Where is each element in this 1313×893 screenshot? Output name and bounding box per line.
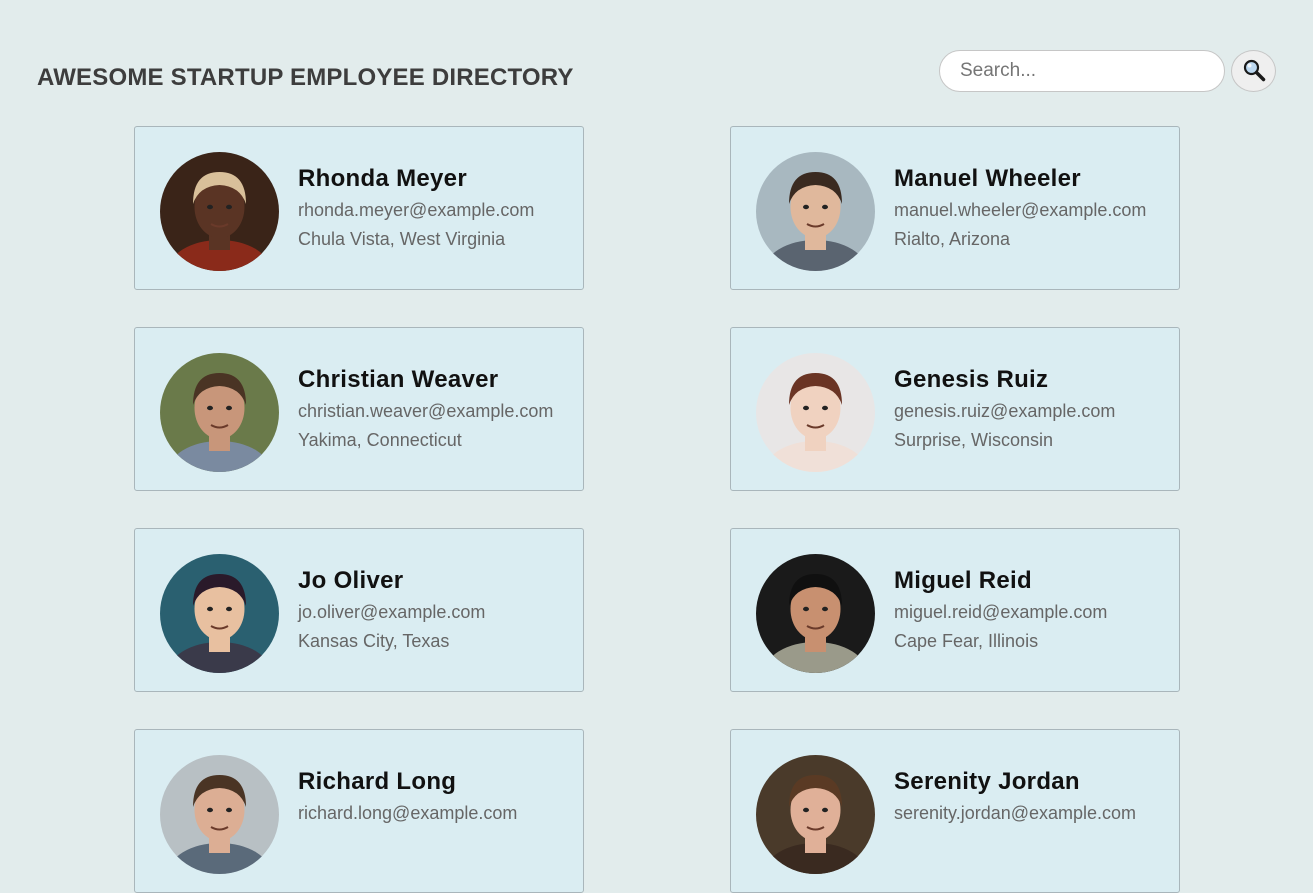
employee-name: Miguel Reid — [894, 567, 1032, 594]
avatar — [756, 755, 875, 874]
employee-grid: Rhonda Meyer rhonda.meyer@example.com Ch… — [134, 126, 1180, 893]
employee-location: Rialto, Arizona — [894, 229, 1011, 249]
employee-email: miguel.reid@example.com — [894, 602, 1108, 622]
avatar — [160, 152, 279, 271]
employee-name: Christian Weaver — [298, 366, 499, 393]
employee-card[interactable]: Christian Weaver christian.weaver@exampl… — [134, 327, 584, 491]
avatar — [160, 353, 279, 472]
employee-card[interactable]: Manuel Wheeler manuel.wheeler@example.co… — [730, 126, 1180, 290]
employee-name: Jo Oliver — [298, 567, 404, 594]
search-input[interactable] — [939, 50, 1225, 92]
employee-info: Jo Oliver jo.oliver@example.com Kansas C… — [298, 567, 485, 652]
search-button[interactable] — [1231, 50, 1276, 92]
employee-card[interactable]: Rhonda Meyer rhonda.meyer@example.com Ch… — [134, 126, 584, 290]
avatar — [756, 353, 875, 472]
employee-info: Manuel Wheeler manuel.wheeler@example.co… — [894, 165, 1146, 250]
employee-card[interactable]: Jo Oliver jo.oliver@example.com Kansas C… — [134, 528, 584, 692]
employee-name: Manuel Wheeler — [894, 165, 1081, 192]
employee-name: Genesis Ruiz — [894, 366, 1049, 393]
page-title: AWESOME STARTUP EMPLOYEE DIRECTORY — [37, 64, 574, 91]
employee-email: manuel.wheeler@example.com — [894, 200, 1147, 220]
employee-name: Richard Long — [298, 768, 457, 795]
employee-card[interactable]: Richard Long richard.long@example.com — [134, 729, 584, 893]
employee-email: richard.long@example.com — [298, 803, 518, 823]
employee-card[interactable]: Miguel Reid miguel.reid@example.com Cape… — [730, 528, 1180, 692]
employee-name: Rhonda Meyer — [298, 165, 467, 192]
employee-location: Cape Fear, Illinois — [894, 631, 1039, 651]
search-icon — [1242, 58, 1266, 85]
employee-location: Surprise, Wisconsin — [894, 430, 1054, 450]
employee-email: serenity.jordan@example.com — [894, 803, 1137, 823]
avatar — [160, 755, 279, 874]
employee-card[interactable]: Genesis Ruiz genesis.ruiz@example.com Su… — [730, 327, 1180, 491]
employee-email: jo.oliver@example.com — [298, 602, 486, 622]
employee-info: Miguel Reid miguel.reid@example.com Cape… — [894, 567, 1107, 652]
employee-info: Richard Long richard.long@example.com — [298, 768, 517, 832]
header: AWESOME STARTUP EMPLOYEE DIRECTORY — [0, 0, 1313, 110]
avatar — [756, 152, 875, 271]
employee-location: Chula Vista, West Virginia — [298, 229, 506, 249]
employee-info: Serenity Jordan serenity.jordan@example.… — [894, 768, 1136, 832]
employee-email: rhonda.meyer@example.com — [298, 200, 535, 220]
avatar — [160, 554, 279, 673]
employee-email: christian.weaver@example.com — [298, 401, 554, 421]
employee-location: Yakima, Connecticut — [298, 430, 462, 450]
employee-info: Genesis Ruiz genesis.ruiz@example.com Su… — [894, 366, 1115, 451]
employee-location: Kansas City, Texas — [298, 631, 450, 651]
employee-name: Serenity Jordan — [894, 768, 1080, 795]
employee-email: genesis.ruiz@example.com — [894, 401, 1116, 421]
avatar — [756, 554, 875, 673]
employee-card[interactable]: Serenity Jordan serenity.jordan@example.… — [730, 729, 1180, 893]
employee-info: Rhonda Meyer rhonda.meyer@example.com Ch… — [298, 165, 534, 250]
employee-info: Christian Weaver christian.weaver@exampl… — [298, 366, 553, 451]
